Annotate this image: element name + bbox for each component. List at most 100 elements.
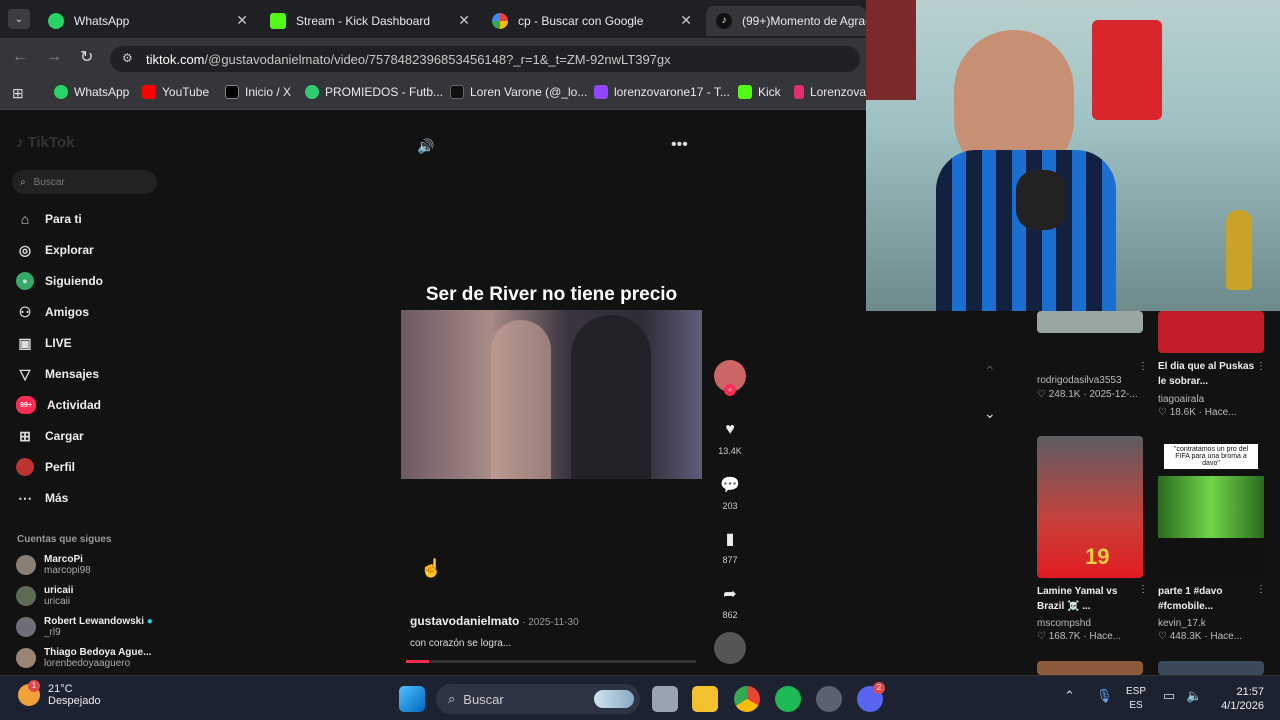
nav-actividad[interactable]: 99+ Actividad — [16, 396, 101, 414]
nav-perfil[interactable]: Perfil — [16, 458, 75, 476]
volume-icon[interactable]: 🔈 — [1186, 688, 1202, 704]
weather-condition: Despejado — [48, 695, 101, 707]
weather-widget[interactable]: 1 21°C Despejado — [18, 680, 101, 707]
tab-whatsapp[interactable]: WhatsApp ✕ — [38, 6, 254, 36]
nav-explorar[interactable]: ◎ Explorar — [16, 241, 94, 259]
nav-siguiendo[interactable]: ● Siguiendo — [16, 272, 103, 290]
followed-account[interactable]: uricaii uricaii — [16, 585, 73, 607]
nav-para-ti[interactable]: ⌂ Para ti — [16, 210, 82, 228]
feed-author[interactable]: mscompshd — [1037, 618, 1091, 629]
tab-tiktok[interactable]: ♪ (99+)Momento de Agrade — [706, 6, 866, 36]
friends-icon: ⚇ — [18, 303, 32, 320]
video-thumbnail[interactable] — [1158, 661, 1264, 675]
feed-title[interactable]: parte 1 #davo #fcmobile... — [1158, 584, 1260, 614]
discord-icon[interactable]: 2 — [857, 682, 885, 712]
wall-poster — [866, 0, 916, 100]
more-options-icon[interactable]: ••• — [671, 136, 688, 154]
bookmark-youtube[interactable]: YouTube — [142, 85, 209, 99]
tab-kick[interactable]: Stream - Kick Dashboard ✕ — [260, 6, 476, 36]
more-options-icon[interactable]: ⋮ — [1256, 361, 1266, 372]
whatsapp-icon — [54, 85, 68, 99]
nav-cargar[interactable]: ⊞ Cargar — [16, 427, 84, 445]
tiktok-note-icon: ♪ — [16, 134, 24, 151]
nav-amigos[interactable]: ⚇ Amigos — [16, 303, 89, 321]
site-info-icon[interactable]: ⚙ — [122, 51, 133, 65]
feed-title[interactable]: El dia que al Puskas le sobrar... — [1158, 359, 1260, 389]
comment-button[interactable]: 💬 203 — [714, 469, 746, 511]
start-button[interactable] — [399, 686, 425, 712]
nav-mas[interactable]: ⋯ Más — [16, 489, 68, 507]
bookmark-tiktok[interactable]: Loren Varone (@_lo... — [450, 85, 587, 99]
creator-avatar[interactable]: + — [714, 360, 746, 396]
video-author[interactable]: gustavodanielmato · 2025-11-30 — [410, 614, 579, 628]
heart-icon: ♥ — [725, 421, 735, 438]
apps-grid-icon[interactable]: ⊞ — [12, 85, 24, 102]
sound-avatar[interactable] — [714, 632, 746, 664]
forward-icon[interactable]: → — [46, 48, 62, 66]
file-explorer-icon[interactable] — [692, 686, 718, 712]
bookmark-whatsapp[interactable]: WhatsApp — [54, 85, 129, 99]
tiktok-icon — [450, 85, 464, 99]
bookmark-kick[interactable]: Kick — [738, 85, 781, 99]
feed-author[interactable]: tiagoairala — [1158, 394, 1204, 405]
url-bar[interactable]: ⚙ tiktok.com/@gustavodanielmato/video/75… — [110, 46, 860, 72]
language-indicator[interactable]: ESP ES — [1126, 685, 1146, 713]
bookmark-promiedos[interactable]: PROMIEDOS - Futb... — [305, 85, 443, 99]
followed-account[interactable]: MarcoPi marcopi98 — [16, 554, 91, 576]
more-options-icon[interactable]: ⋮ — [1138, 584, 1148, 595]
close-tab-icon[interactable]: ✕ — [680, 12, 692, 29]
bookmark-x[interactable]: Inicio / X — [225, 85, 291, 99]
more-options-icon[interactable]: ⋮ — [1256, 584, 1266, 595]
volume-icon[interactable]: 🔊 — [417, 138, 434, 155]
feed-author[interactable]: kevin_17.k — [1158, 618, 1206, 629]
bookmark-instagram[interactable]: Lorenzova — [794, 85, 866, 99]
feed-stats: ♡ 18.6K · Hace... — [1158, 407, 1237, 418]
nav-mensajes[interactable]: ▽ Mensajes — [16, 365, 99, 383]
share-button[interactable]: ➦ 862 — [714, 578, 746, 620]
taskbar-search[interactable]: ⌕ Buscar — [436, 684, 640, 714]
feed-author[interactable]: rodrigodasilva3553 — [1037, 375, 1122, 386]
video-thumbnail[interactable] — [1037, 311, 1143, 333]
scroll-up-icon[interactable]: ⌃ — [984, 363, 996, 380]
video-thumbnail[interactable]: 19 — [1037, 436, 1143, 578]
nav-live[interactable]: ▣ LIVE — [16, 334, 71, 352]
close-tab-icon[interactable]: ✕ — [458, 12, 470, 29]
network-icon[interactable]: ▭ — [1163, 688, 1175, 704]
microphone-icon[interactable]: 🎙 — [1096, 688, 1113, 704]
save-button[interactable]: ▮ 877 — [714, 523, 746, 565]
back-icon[interactable]: ← — [12, 48, 28, 66]
weather-sun-icon: 1 — [18, 680, 40, 706]
feed-title[interactable]: Lamine Yamal vs Brazil ☠️ ... — [1037, 584, 1139, 614]
following-icon: ● — [16, 272, 34, 290]
scroll-down-icon[interactable]: ⌄ — [984, 405, 996, 422]
followed-account[interactable]: Thiago Bedoya Ague... lorenbedoyaaguero — [16, 647, 151, 669]
video-thumbnail[interactable] — [1158, 311, 1264, 353]
tab-google[interactable]: cp - Buscar con Google ✕ — [482, 6, 698, 36]
spotify-icon[interactable] — [775, 686, 801, 712]
tiktok-logo[interactable]: ♪ TikTok — [16, 134, 74, 151]
followed-account[interactable]: Robert Lewandowski ● _rl9 — [16, 616, 153, 638]
bookmark-twitch[interactable]: lorenzovarone17 - T... — [594, 85, 730, 99]
video-frame[interactable] — [401, 310, 702, 479]
video-thumbnail[interactable]: "contratamos un pro del FIFA para una br… — [1158, 436, 1264, 578]
app-icon[interactable] — [816, 686, 842, 712]
weather-temp: 21°C — [48, 683, 73, 695]
video-thumbnail[interactable] — [1037, 661, 1143, 675]
tray-chevron-icon[interactable]: ⌃ — [1064, 688, 1075, 704]
like-button[interactable]: ♥ 13.4K — [714, 414, 746, 456]
search-icon: ⌕ — [20, 176, 26, 188]
comment-icon: 💬 — [720, 477, 740, 494]
task-view-icon[interactable] — [652, 686, 678, 712]
tab-list-chevron-icon[interactable]: ⌄ — [8, 9, 30, 29]
clock[interactable]: 21:57 4/1/2026 — [1216, 685, 1264, 713]
reload-icon[interactable]: ↻ — [80, 47, 93, 67]
follow-plus-icon[interactable]: + — [724, 384, 736, 396]
progress-bar[interactable] — [406, 660, 696, 663]
close-tab-icon[interactable]: ✕ — [236, 12, 248, 29]
more-options-icon[interactable]: ⋮ — [1138, 361, 1148, 372]
twitch-icon — [594, 85, 608, 99]
chrome-icon[interactable] — [734, 686, 760, 712]
feed-stats: ♡ 168.7K · Hace... — [1037, 631, 1122, 642]
search-input[interactable]: ⌕ Buscar — [12, 170, 157, 194]
comment-count: 203 — [722, 501, 738, 511]
